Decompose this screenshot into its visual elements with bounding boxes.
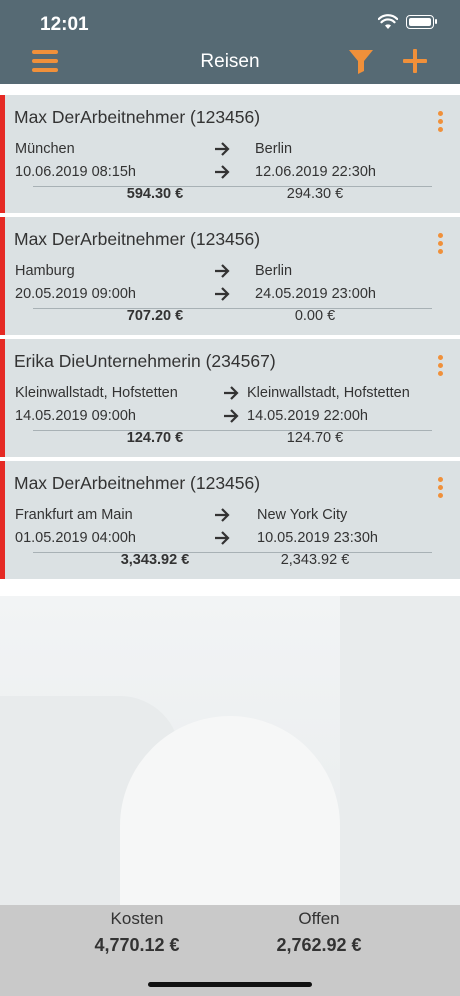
total-cost-value: 4,770.12 € <box>94 935 180 955</box>
destination: Berlin <box>255 141 293 157</box>
arrow-right-icon <box>215 165 230 179</box>
trip-open-amount: 124.70 € <box>286 430 344 446</box>
origin: Hamburg <box>15 263 75 279</box>
arrow-right-icon <box>224 386 239 400</box>
trip-open-amount: 294.30 € <box>286 186 344 202</box>
hamburger-icon <box>32 50 58 54</box>
employee-name: Max DerArbeitnehmer (123456) <box>14 473 261 493</box>
total-open-label: Offen <box>298 909 340 928</box>
departure-datetime: 20.05.2019 09:00h <box>15 286 136 302</box>
trip-card[interactable]: Max DerArbeitnehmer (123456) Frankfurt a… <box>0 461 460 579</box>
arrow-right-icon <box>215 508 230 522</box>
arrival-datetime: 14.05.2019 22:00h <box>247 408 368 424</box>
total-cost: Kosten 4,770.12 € <box>47 909 227 956</box>
departure-datetime: 01.05.2019 04:00h <box>15 530 136 546</box>
origin: Kleinwallstadt, Hofstetten <box>15 385 178 401</box>
destination: Berlin <box>255 263 293 279</box>
arrow-right-icon <box>215 264 230 278</box>
arrival-datetime: 10.05.2019 23:30h <box>257 530 378 546</box>
page-title: Reisen <box>200 51 260 72</box>
arrival-datetime: 12.06.2019 22:30h <box>255 164 376 180</box>
employee-name: Max DerArbeitnehmer (123456) <box>14 229 261 249</box>
total-open: Offen 2,762.92 € <box>229 909 409 956</box>
arrow-right-icon <box>224 409 239 423</box>
trip-list: Max DerArbeitnehmer (123456) München 10.… <box>0 95 460 583</box>
trip-cost: 124.70 € <box>126 430 184 446</box>
status-time: 12:01 <box>40 14 89 35</box>
total-cost-label: Kosten <box>110 909 164 928</box>
trip-cost: 707.20 € <box>126 308 184 324</box>
departure-datetime: 10.06.2019 08:15h <box>15 164 136 180</box>
total-open-value: 2,762.92 € <box>276 935 362 955</box>
trip-open-amount: 0.00 € <box>294 308 336 324</box>
add-icon[interactable] <box>402 48 428 74</box>
arrow-right-icon <box>215 142 230 156</box>
arrow-right-icon <box>215 287 230 301</box>
employee-name: Erika DieUnternehmerin (234567) <box>14 351 276 371</box>
trip-cost: 3,343.92 € <box>120 552 190 568</box>
origin: Frankfurt am Main <box>15 507 133 523</box>
arrival-datetime: 24.05.2019 23:00h <box>255 286 376 302</box>
departure-datetime: 14.05.2019 09:00h <box>15 408 136 424</box>
wifi-icon <box>378 14 398 29</box>
home-indicator[interactable] <box>148 982 312 987</box>
trip-card[interactable]: Erika DieUnternehmerin (234567) Kleinwal… <box>0 339 460 457</box>
trip-card[interactable]: Max DerArbeitnehmer (123456) Hamburg 20.… <box>0 217 460 335</box>
status-icons <box>378 14 437 30</box>
destination: Kleinwallstadt, Hofstetten <box>247 385 410 401</box>
origin: München <box>15 141 75 157</box>
destination: New York City <box>257 507 348 523</box>
more-options-icon[interactable] <box>435 355 445 379</box>
trip-cost: 594.30 € <box>126 186 184 202</box>
filter-icon[interactable] <box>348 48 374 74</box>
menu-button[interactable] <box>32 50 58 72</box>
more-options-icon[interactable] <box>435 233 445 257</box>
arrow-right-icon <box>215 531 230 545</box>
battery-icon <box>406 15 437 29</box>
background-image <box>0 596 460 906</box>
trip-card[interactable]: Max DerArbeitnehmer (123456) München 10.… <box>0 95 460 213</box>
more-options-icon[interactable] <box>435 111 445 135</box>
more-options-icon[interactable] <box>435 477 445 501</box>
employee-name: Max DerArbeitnehmer (123456) <box>14 107 261 127</box>
trip-open-amount: 2,343.92 € <box>280 552 350 568</box>
top-bar: 12:01 Reisen <box>0 0 460 84</box>
